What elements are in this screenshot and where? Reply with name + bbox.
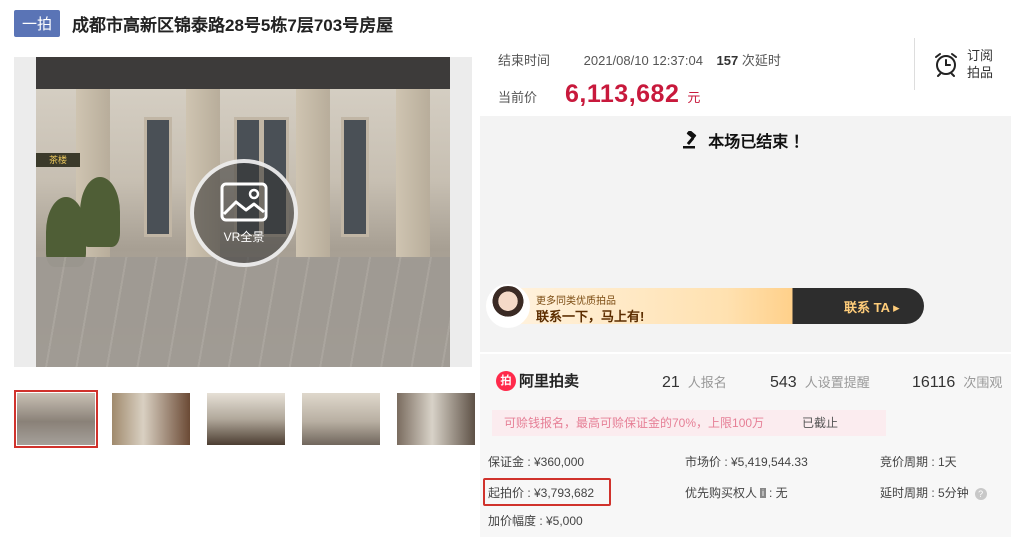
view-label: 次围观 xyxy=(963,375,1003,390)
subscribe-label-2: 拍品 xyxy=(966,65,993,80)
increment-info: 加价幅度 : ¥5,000 xyxy=(488,514,583,528)
currency-unit: 元 xyxy=(687,90,701,105)
market-price-info: 市场价 : ¥5,419,544.33 xyxy=(685,455,808,469)
priority-buyer-info: 优先购买权人 i: 无 xyxy=(685,484,788,501)
reminder-label: 人设置提醒 xyxy=(804,375,870,390)
photo-window xyxy=(144,117,172,237)
alibaba-auction-logo: 拍 阿里拍卖 xyxy=(496,370,579,391)
current-price-label: 当前价 xyxy=(498,90,538,105)
photo-pillar xyxy=(396,89,430,259)
info-icon[interactable]: i xyxy=(760,488,767,498)
auction-ended-text: 本场已结束 ！ xyxy=(708,134,809,151)
photo-pillar xyxy=(296,89,330,259)
thumbnail-3[interactable] xyxy=(204,390,288,448)
photo-tree xyxy=(80,177,120,247)
thumbnail-image xyxy=(112,393,190,445)
main-image-viewer[interactable]: 茶楼 VR全景 xyxy=(14,57,472,367)
current-price-row: 当前价 6,113,682 元 xyxy=(498,80,700,109)
vr-label: VR全景 xyxy=(223,229,265,244)
signup-count: 21 xyxy=(662,374,680,391)
subscribe-text: 订阅 拍品 xyxy=(967,47,993,81)
page-title: 成都市高新区锦泰路28号5栋7层703号房屋 xyxy=(72,15,394,35)
thumbnail-2[interactable] xyxy=(109,390,193,448)
end-time-row: 结束时间 2021/08/10 12:37:04 157 次延时 xyxy=(498,50,781,69)
alarm-clock-icon xyxy=(934,53,957,77)
delay-cycle-info: 延时周期 : 5分钟? xyxy=(880,484,987,501)
notice-status: 已截止 xyxy=(802,416,839,430)
deposit-info: 保证金 : ¥360,000 xyxy=(488,455,585,469)
auction-stats: 拍 阿里拍卖 21 人报名 543 人设置提醒 16116 次围观 可赊钱报名，最高可… xyxy=(480,354,1011,537)
photo-window xyxy=(341,117,369,237)
priority-buyer-label: 优先购买权人 xyxy=(685,486,758,500)
agent-avatar xyxy=(486,284,530,328)
promo-banner[interactable]: 更多同类优质拍品 联系一下，马上有! 联系 TA ▸ xyxy=(486,284,924,328)
thumbnail-image xyxy=(302,393,380,445)
gavel-icon xyxy=(683,131,697,149)
logo-text: 阿里拍卖 xyxy=(519,373,580,390)
contact-button[interactable]: 联系 TA ▸ xyxy=(844,297,900,316)
shop-sign: 茶楼 xyxy=(36,153,80,167)
current-price: 6,113,682 xyxy=(565,80,680,108)
signup-stat: 21 人报名 xyxy=(662,372,727,392)
photo-ground xyxy=(36,257,450,367)
end-time-label: 结束时间 xyxy=(498,53,551,68)
banner-line-2: 联系一下，马上有! xyxy=(536,309,645,324)
auction-status-box: 本场已结束 ！ 更多同类优质拍品 联系一下，马上有! 联系 TA ▸ xyxy=(480,116,1011,352)
priority-buyer-value: : 无 xyxy=(769,486,788,500)
help-icon[interactable]: ? xyxy=(974,488,987,500)
end-time-value: 2021/08/10 12:37:04 xyxy=(583,53,703,68)
bid-cycle-info: 竞价周期 : 1天 xyxy=(880,455,957,469)
reminder-stat: 543 人设置提醒 xyxy=(770,372,870,392)
image-icon xyxy=(220,182,268,221)
auction-ended: 本场已结束 ！ xyxy=(480,128,1011,152)
view-stat: 16116 次围观 xyxy=(912,372,1002,392)
signup-label: 人报名 xyxy=(687,375,727,390)
subscribe-label-1: 订阅 xyxy=(966,48,993,63)
logo-icon: 拍 xyxy=(496,370,516,391)
banner-line-1: 更多同类优质拍品 xyxy=(536,296,616,307)
thumbnail-1[interactable] xyxy=(14,390,98,448)
reminder-count: 543 xyxy=(770,374,797,391)
delay-count: 157 xyxy=(716,53,739,68)
header: 一拍 成都市高新区锦泰路28号5栋7层703号房屋 xyxy=(14,8,393,38)
delay-label: 次延时 xyxy=(741,53,781,68)
thumbnail-strip xyxy=(14,390,489,448)
vr-panorama-button[interactable]: VR全景 xyxy=(190,159,298,267)
start-price-info: 起拍价 : ¥3,793,682 xyxy=(488,486,595,500)
view-count: 16116 xyxy=(912,374,956,391)
thumbnail-4[interactable] xyxy=(299,390,383,448)
thumbnail-5[interactable] xyxy=(394,390,478,448)
subscribe-button[interactable]: 订阅 拍品 xyxy=(914,38,1011,90)
delay-cycle-text: 延时周期 : 5分钟 xyxy=(880,486,969,500)
thumbnail-image xyxy=(207,393,285,445)
auction-type-tag: 一拍 xyxy=(14,9,61,37)
photo-canopy xyxy=(36,57,450,89)
thumbnail-image xyxy=(397,393,475,445)
thumbnail-image xyxy=(17,393,95,445)
